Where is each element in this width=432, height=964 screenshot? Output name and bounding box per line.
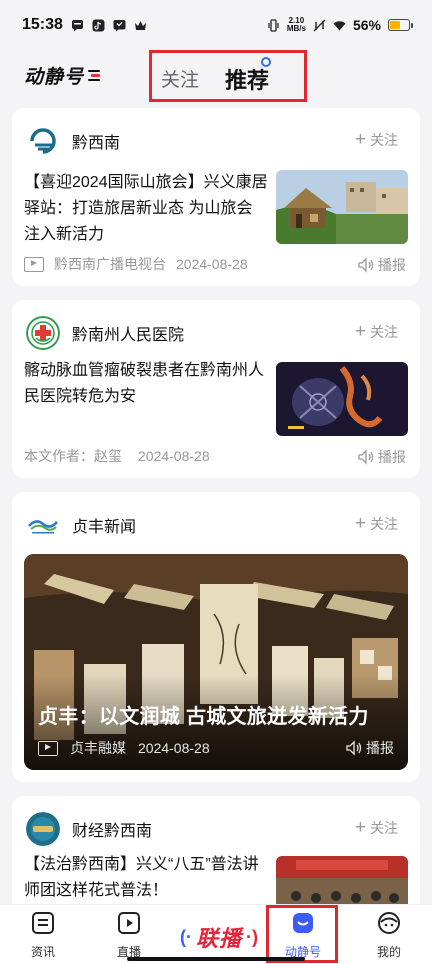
article-title[interactable]: 【喜迎2024国际山旅会】兴义康居驿站：打造旅居新业态 为山旅会注入新活力 <box>24 170 268 248</box>
article-title[interactable]: 髂动脉血管瘤破裂患者在黔南州人民医院转危为安 <box>24 358 268 410</box>
vibrate-icon <box>267 18 280 32</box>
follow-button[interactable]: + 关注 <box>355 818 398 838</box>
feed-card[interactable]: 黔西南 + 关注 【喜迎2024国际山旅会】兴义康居驿站：打造旅居新业态 为山旅… <box>12 108 420 286</box>
source-avatar[interactable] <box>26 812 60 846</box>
battery-fill <box>390 21 400 29</box>
video-cover[interactable]: 贞丰：以文润城 古城文旅迸发新活力 贞丰融媒 2024-08-28 播报 <box>24 554 408 770</box>
feed-card[interactable]: 财经黔西南 + 关注 【法治黔西南】兴义“八五”普法讲师团这样花式普法！ <box>12 796 420 916</box>
meta-author-label: 本文作者： <box>24 448 94 464</box>
menu-lines-icon <box>88 69 101 82</box>
plus-icon: + <box>354 129 366 150</box>
wifi-icon <box>333 19 346 32</box>
bottom-nav: 资讯 直播 (· 联播 ·) 动静号 我的 <box>0 904 432 964</box>
qxn-logo-icon <box>26 124 60 158</box>
broadcast-button[interactable]: 播报 <box>357 447 406 467</box>
broadcast-button[interactable]: 播报 <box>357 255 406 275</box>
speaker-icon <box>345 740 363 756</box>
meta-source: 贞丰融媒 <box>70 740 126 756</box>
plus-icon: + <box>354 513 366 534</box>
meta-date: 2024-08-28 <box>138 740 210 756</box>
feed-card[interactable]: 黔南州人民医院 + 关注 髂动脉血管瘤破裂患者在黔南州人民医院转危为安 本文作者… <box>12 300 420 478</box>
status-time: 15:38 <box>22 16 63 33</box>
tab-recommend[interactable]: 推荐 <box>225 63 269 95</box>
signal-left-icon: (· <box>180 926 192 947</box>
article-thumbnail[interactable] <box>276 362 408 436</box>
source-avatar[interactable] <box>26 316 60 350</box>
nav-mine[interactable]: 我的 <box>354 905 424 964</box>
plus-icon: + <box>354 817 366 838</box>
feed-tabs: 关注 推荐 <box>149 50 307 102</box>
meta-date: 2024-08-28 <box>176 256 248 272</box>
hospital-logo-icon <box>26 316 60 350</box>
broadcast-button[interactable]: 播报 <box>345 738 394 758</box>
tiktok-icon <box>92 19 105 32</box>
meta-source: 黔西南广播电视台 <box>54 256 166 272</box>
crown-icon <box>134 19 147 32</box>
signal-right-icon: ·) <box>246 926 259 947</box>
video-icon <box>24 256 44 272</box>
logo-text: 动静号 <box>24 67 85 88</box>
article-meta: 本文作者： 赵玺 2024-08-28 <box>24 446 210 466</box>
home-indicator[interactable] <box>127 957 305 961</box>
follow-button[interactable]: + 关注 <box>355 322 398 342</box>
app-logo: 动静号 <box>24 62 101 89</box>
refresh-dot-icon <box>261 57 271 67</box>
video-meta: 贞丰融媒 2024-08-28 播报 <box>38 738 394 758</box>
zhenfeng-logo-icon <box>26 508 60 542</box>
finance-logo-icon <box>26 812 60 846</box>
source-name[interactable]: 黔西南 <box>72 129 120 153</box>
speaker-icon <box>357 449 375 465</box>
source-name[interactable]: 黔南州人民医院 <box>72 321 184 345</box>
article-meta: 黔西南广播电视台 2024-08-28 <box>24 254 248 274</box>
nav-highlight-box <box>266 905 338 963</box>
feed-card-video[interactable]: 贞丰新闻 + 关注 贞丰：以文润城 古城文旅迸发新活力 贞丰融媒 2024-08… <box>12 492 420 782</box>
nav-live[interactable]: 直播 <box>94 905 164 964</box>
battery-icon <box>388 19 413 31</box>
follow-button[interactable]: + 关注 <box>355 130 398 150</box>
tab-follow[interactable]: 关注 <box>161 65 199 92</box>
speaker-icon <box>357 257 375 273</box>
battery-percent: 56% <box>352 17 381 33</box>
chat-icon <box>113 19 126 32</box>
video-title[interactable]: 贞丰：以文润城 古城文旅迸发新活力 <box>38 700 369 729</box>
article-thumbnail[interactable] <box>276 170 408 244</box>
network-speed: 2.10 MB/s <box>286 16 306 33</box>
nav-broadcast-center[interactable]: (· 联播 ·) <box>180 921 258 953</box>
source-name[interactable]: 贞丰新闻 <box>72 513 136 537</box>
data-off-icon <box>313 19 326 32</box>
video-icon <box>38 740 58 756</box>
news-icon <box>31 911 55 935</box>
meta-author: 赵玺 <box>94 448 122 464</box>
live-tv-icon <box>117 911 141 935</box>
meta-date: 2024-08-28 <box>138 448 210 464</box>
source-name[interactable]: 财经黔西南 <box>72 817 152 841</box>
top-nav: 动静号 关注 推荐 <box>0 50 432 102</box>
source-avatar[interactable] <box>26 508 60 542</box>
source-avatar[interactable] <box>26 124 60 158</box>
plus-icon: + <box>354 321 366 342</box>
message-icon <box>71 19 84 32</box>
article-title[interactable]: 【法治黔西南】兴义“八五”普法讲师团这样花式普法！ <box>24 852 268 904</box>
profile-icon <box>377 911 401 935</box>
nav-news[interactable]: 资讯 <box>8 905 78 964</box>
status-bar: 15:38 2.10 MB/s 56% <box>0 0 432 50</box>
follow-button[interactable]: + 关注 <box>355 514 398 534</box>
